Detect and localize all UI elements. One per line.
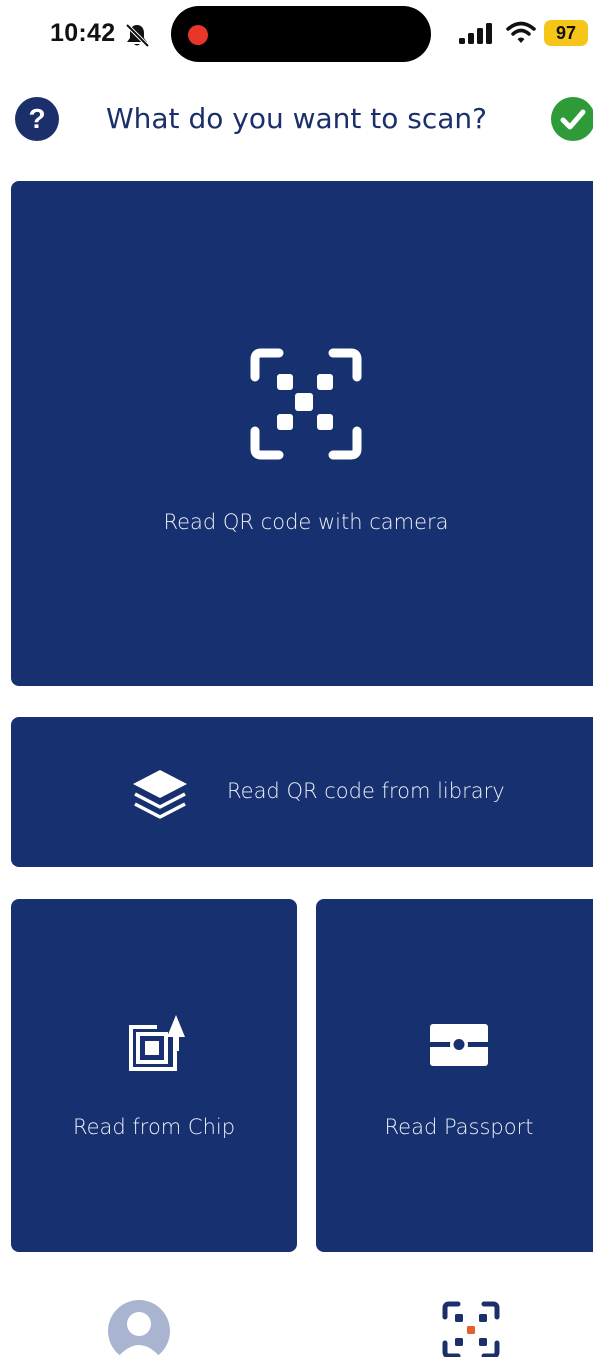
done-button[interactable]: [551, 97, 593, 141]
read-chip-card[interactable]: Read from Chip: [11, 899, 297, 1252]
battery-level: 97: [555, 23, 577, 43]
qr-scan-icon: [250, 348, 362, 460]
passport-icon: [430, 1024, 488, 1066]
wifi-icon: [506, 21, 536, 43]
bell-slash-icon: [125, 23, 150, 48]
read-qr-library-card[interactable]: Read QR code from library: [11, 717, 593, 867]
profile-icon: [117, 1312, 161, 1357]
dynamic-island: [171, 6, 431, 62]
read-qr-library-label: Read QR code from library: [227, 779, 505, 803]
signal-icon: [459, 23, 492, 44]
help-button[interactable]: ?: [15, 97, 59, 141]
checkmark-icon: [560, 109, 586, 130]
layers-icon: [133, 770, 187, 819]
status-time: 10:42: [50, 19, 116, 47]
tab-profile[interactable]: [108, 1300, 170, 1357]
recording-indicator: [188, 25, 208, 45]
read-qr-camera-card[interactable]: Read QR code with camera: [11, 181, 593, 686]
status-bar: 10:42 97: [0, 0, 593, 70]
page-title: What do you want to scan?: [105, 102, 488, 135]
read-passport-card[interactable]: Read Passport: [316, 899, 593, 1252]
read-qr-camera-label: Read QR code with camera: [163, 510, 449, 534]
battery-icon: 97: [544, 20, 588, 46]
read-passport-label: Read Passport: [384, 1115, 534, 1139]
chip-icon: [129, 1015, 185, 1071]
scan-icon[interactable]: [441, 1300, 501, 1357]
read-chip-label: Read from Chip: [72, 1115, 236, 1139]
